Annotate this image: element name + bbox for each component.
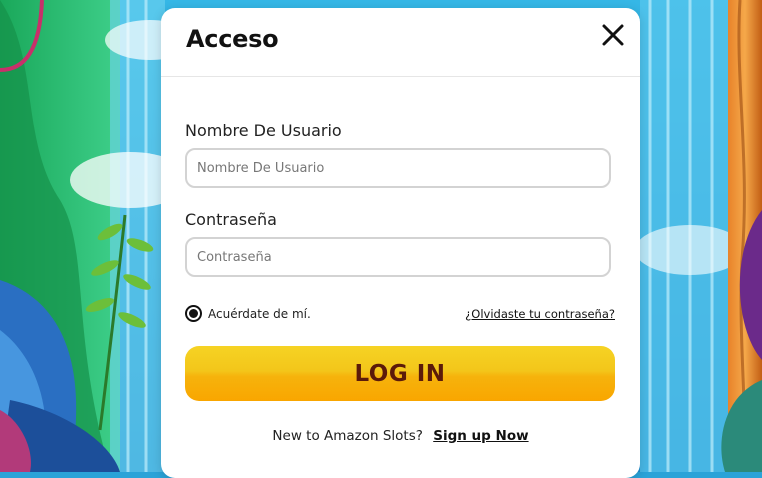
password-label: Contraseña xyxy=(185,210,277,229)
forgot-password-link[interactable]: ¿Olvidaste tu contraseña? xyxy=(465,307,615,321)
modal-header: Acceso xyxy=(161,8,640,77)
modal-title: Acceso xyxy=(186,25,279,53)
remember-me-toggle[interactable]: Acuérdate de mí. xyxy=(185,305,311,322)
remember-me-radio[interactable] xyxy=(185,305,202,322)
signup-link[interactable]: Sign up Now xyxy=(433,428,528,444)
login-modal: Acceso Nombre De Usuario Contraseña Acué… xyxy=(161,8,640,478)
signup-row: New to Amazon Slots? Sign up Now xyxy=(161,428,640,444)
login-button[interactable]: LOG IN xyxy=(185,346,615,401)
close-icon[interactable] xyxy=(600,22,626,48)
username-input[interactable] xyxy=(185,148,611,188)
remember-me-label: Acuérdate de mí. xyxy=(208,306,311,321)
signup-prompt: New to Amazon Slots? xyxy=(272,428,423,444)
password-input[interactable] xyxy=(185,237,611,277)
username-label: Nombre De Usuario xyxy=(185,121,342,140)
